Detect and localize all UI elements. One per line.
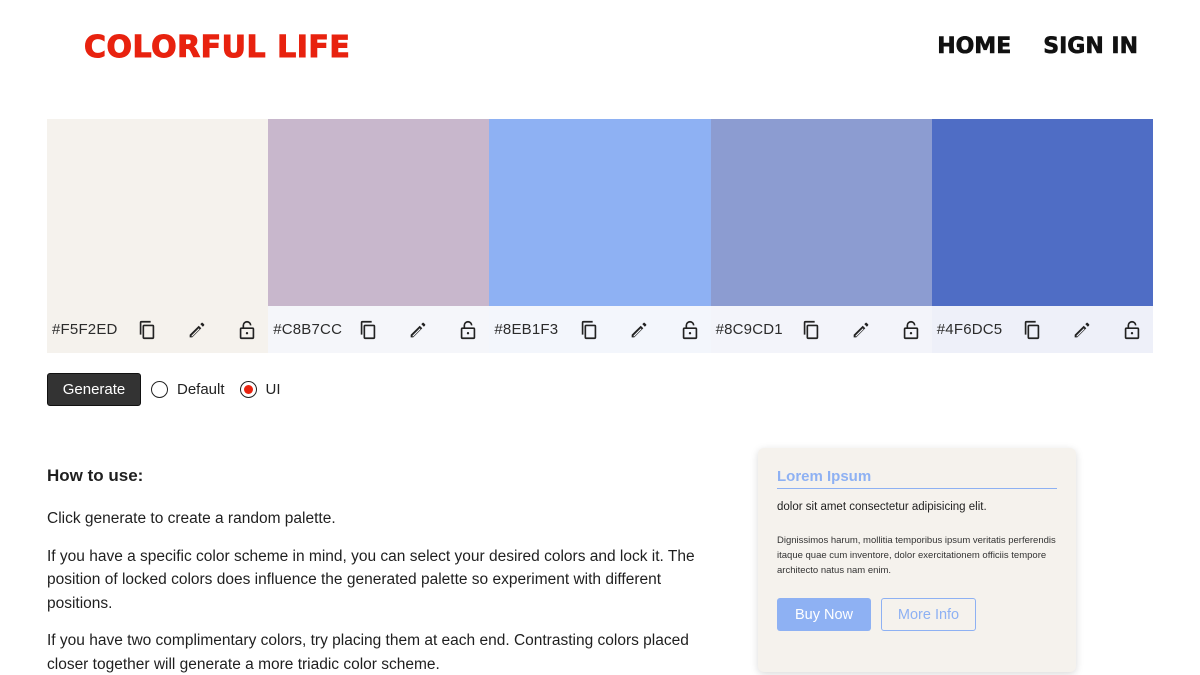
swatch-actions: [572, 319, 704, 341]
radio-default-indicator[interactable]: [151, 381, 168, 398]
palette-column: #F5F2ED: [47, 119, 269, 353]
palette-column: #C8B7CC: [268, 119, 490, 353]
radio-ui-label: UI: [265, 381, 281, 398]
buy-now-button[interactable]: Buy Now: [777, 598, 871, 631]
generator-controls: Generate Default UI: [47, 373, 281, 406]
edit-icon[interactable]: [628, 319, 650, 341]
swatch-actions: [794, 319, 926, 341]
top-nav: HOME SIGN IN: [937, 34, 1138, 60]
copy-icon[interactable]: [357, 319, 379, 341]
lock-icon[interactable]: [900, 319, 922, 341]
lock-icon[interactable]: [1121, 319, 1143, 341]
how-to-use-heading: How to use:: [47, 466, 144, 485]
color-swatch[interactable]: [268, 119, 490, 306]
palette-column: #8C9CD1: [710, 119, 932, 353]
copy-icon[interactable]: [1021, 319, 1043, 341]
edit-icon[interactable]: [1071, 319, 1093, 341]
radio-ui-indicator[interactable]: [239, 381, 257, 398]
hex-code-label: #C8B7CC: [273, 321, 343, 338]
generate-button[interactable]: Generate: [47, 373, 141, 406]
color-swatch[interactable]: [710, 119, 932, 306]
lock-icon[interactable]: [679, 319, 701, 341]
lock-icon[interactable]: [236, 319, 258, 341]
color-swatch[interactable]: [47, 119, 269, 306]
color-swatch[interactable]: [931, 119, 1153, 306]
hex-code-label: #8EB1F3: [494, 321, 559, 338]
palette-column: #4F6DC5: [931, 119, 1153, 353]
color-palette: #F5F2ED #C8B7CC #8EB1F3 #8C9CD1 #4F6DC5: [47, 119, 1153, 353]
card-subtitle: dolor sit amet consectetur adipisicing e…: [777, 501, 987, 513]
swatch-toolbar: #F5F2ED: [47, 306, 269, 353]
card-title: Lorem Ipsum: [777, 468, 1057, 489]
copy-icon[interactable]: [578, 319, 600, 341]
edit-icon[interactable]: [186, 319, 208, 341]
palette-column: #8EB1F3: [489, 119, 711, 353]
copy-icon[interactable]: [136, 319, 158, 341]
edit-icon[interactable]: [850, 319, 872, 341]
swatch-toolbar: #C8B7CC: [268, 306, 490, 353]
edit-icon[interactable]: [407, 319, 429, 341]
nav-sign-in-link[interactable]: SIGN IN: [1043, 34, 1138, 60]
site-logo[interactable]: COLORFUL LIFE: [83, 30, 350, 66]
hex-code-label: #8C9CD1: [715, 321, 783, 338]
swatch-toolbar: #8C9CD1: [710, 306, 932, 353]
card-body-text: Dignissimos harum, mollitia temporibus i…: [777, 535, 1056, 576]
swatch-actions: [130, 319, 262, 341]
swatch-toolbar: #4F6DC5: [931, 306, 1153, 353]
copy-icon[interactable]: [800, 319, 822, 341]
more-info-button[interactable]: More Info: [881, 598, 976, 631]
color-swatch[interactable]: [489, 119, 711, 306]
lock-icon[interactable]: [457, 319, 479, 341]
mode-radio-ui[interactable]: UI: [239, 381, 281, 398]
how-to-paragraph: If you have two complimentary colors, tr…: [47, 632, 689, 673]
swatch-actions: [351, 319, 483, 341]
how-to-paragraph: If you have a specific color scheme in m…: [47, 547, 695, 612]
hex-code-label: #4F6DC5: [936, 321, 1003, 338]
swatch-toolbar: #8EB1F3: [489, 306, 711, 353]
nav-home-link[interactable]: HOME: [937, 34, 1012, 60]
ui-preview-card: Lorem Ipsum dolor sit amet consectetur a…: [758, 448, 1076, 672]
hex-code-label: #F5F2ED: [52, 321, 118, 338]
card-buttons: Buy Now More Info: [777, 598, 1057, 631]
swatch-actions: [1015, 319, 1147, 341]
how-to-use-section: How to use: Click generate to create a r…: [47, 466, 712, 675]
mode-radio-default[interactable]: Default: [151, 381, 225, 398]
how-to-paragraph: Click generate to create a random palett…: [47, 510, 336, 527]
radio-default-label: Default: [177, 381, 225, 398]
